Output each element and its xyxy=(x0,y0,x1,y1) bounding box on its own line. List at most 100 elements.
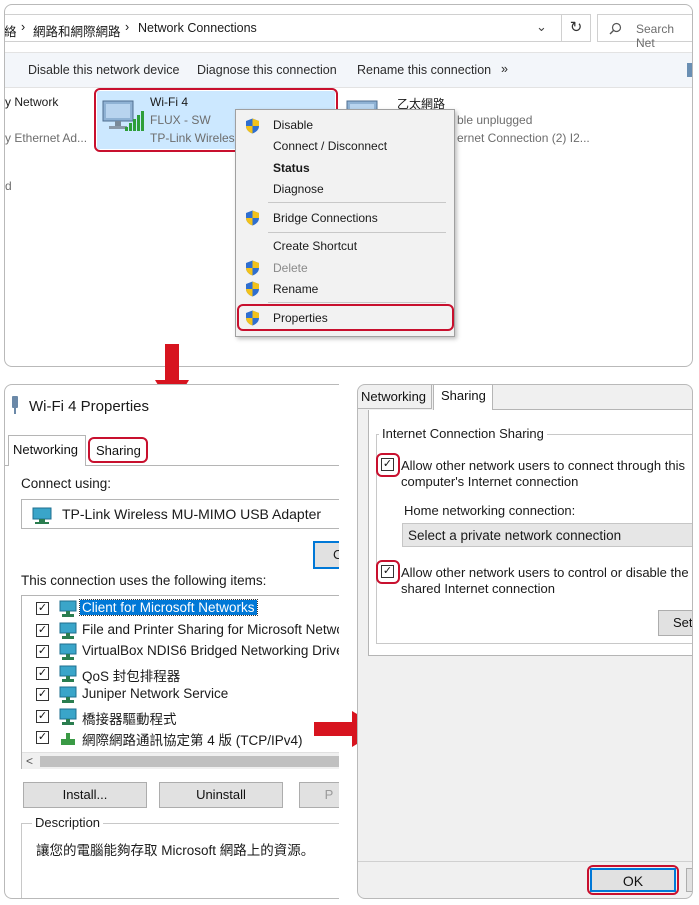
chevron-down-icon[interactable]: ⌄ xyxy=(536,19,547,35)
search-placeholder: Search Net xyxy=(636,22,675,50)
address-bar[interactable]: 絡 › 網路和網際網路 › Network Connections ⌄ xyxy=(4,14,588,42)
sharing-tab-highlight-box xyxy=(88,437,148,463)
list-item[interactable]: ✓ 橋接器驅動程式 xyxy=(22,706,339,727)
list-item-label: Juniper Network Service xyxy=(82,686,229,701)
view-options-icon[interactable] xyxy=(687,63,692,77)
allow-connect-text-1: Allow other network users to connect thr… xyxy=(401,458,685,473)
adapter-name: TP-Link Wireless MU-MIMO USB Adapter xyxy=(62,506,322,522)
list-item-label: QoS 封包排程器 xyxy=(82,668,181,684)
items-label: This connection uses the following items… xyxy=(21,573,267,588)
home-networking-select[interactable]: Select a private network connection xyxy=(402,523,692,547)
breadcrumb-prefix: 絡 xyxy=(4,25,17,39)
description-label: Description xyxy=(32,815,104,830)
item-checkbox[interactable]: ✓ xyxy=(36,645,49,658)
chevron-right-icon: › xyxy=(125,20,130,34)
description-group: Description 讓您的電腦能夠存取 Microsoft 網路上的資源。 xyxy=(21,815,339,898)
dialog-title: Wi-Fi 4 Properties xyxy=(29,398,150,415)
horizontal-scrollbar[interactable]: < xyxy=(22,752,339,769)
wifi-properties-dialog: Wi-Fi 4 Properties Networking Sharing Co… xyxy=(4,384,339,899)
ethernet-item-status: ble unplugged xyxy=(457,113,533,127)
menu-label-delete: Delete xyxy=(273,261,308,275)
list-item-label: 橋接器驅動程式 xyxy=(82,711,177,727)
search-icon xyxy=(609,22,622,35)
allow-control-text-1: Allow other network users to control or … xyxy=(401,565,689,580)
menu-item-create-shortcut[interactable]: Create Shortcut xyxy=(273,239,357,253)
list-item[interactable]: ✓ QoS 封包排程器 xyxy=(22,663,339,684)
scroll-left-button[interactable]: < xyxy=(26,754,33,768)
list-item[interactable]: ✓ 網際網路通訊協定第 4 版 (TCP/IPv4) xyxy=(22,727,339,748)
more-commands-button[interactable]: » xyxy=(501,62,508,76)
diagnose-connection-command[interactable]: Diagnose this connection xyxy=(197,63,337,77)
settings-button[interactable]: Sett xyxy=(658,610,692,636)
allow-connect-text-2: computer's Internet connection xyxy=(401,474,579,489)
install-button[interactable]: Install... xyxy=(23,782,147,808)
list-item-label: VirtualBox NDIS6 Bridged Networking Driv… xyxy=(82,643,339,658)
item-checkbox[interactable]: ✓ xyxy=(36,623,49,637)
ok-highlight-box xyxy=(587,865,679,895)
network-component-icon xyxy=(59,643,77,660)
menu-item-connect-disconnect[interactable]: Connect / Disconnect xyxy=(273,139,387,153)
rename-connection-command[interactable]: Rename this connection xyxy=(357,63,491,77)
tab-networking[interactable]: Networking xyxy=(358,385,432,409)
properties-button[interactable]: P xyxy=(299,782,339,808)
network-item-adapter: y Ethernet Ad... xyxy=(5,131,88,145)
scroll-thumb[interactable] xyxy=(40,756,339,767)
menu-label-rename: Rename xyxy=(273,282,319,296)
network-adapter-icon xyxy=(32,507,52,524)
description-text: 讓您的電腦能夠存取 Microsoft 網路上的資源。 xyxy=(36,843,315,858)
tab-sharing-label: Sharing xyxy=(441,388,486,403)
menu-separator xyxy=(268,232,446,233)
ethernet-item-adapter: ernet Connection (2) I2... xyxy=(457,131,590,145)
properties-highlight-box xyxy=(237,304,454,331)
uninstall-button[interactable]: Uninstall xyxy=(159,782,283,808)
menu-label-bridge: Bridge Connections xyxy=(273,211,378,225)
items-list[interactable]: ✓ Client for Microsoft Networks ✓ File and … xyxy=(21,595,339,769)
network-item-name[interactable]: y Network xyxy=(5,95,58,109)
list-item[interactable]: ✓ VirtualBox NDIS6 Bridged Networking Dri… xyxy=(22,641,339,662)
protocol-icon xyxy=(61,733,75,745)
menu-separator xyxy=(268,202,446,203)
disable-device-command[interactable]: Disable this network device xyxy=(28,63,179,77)
tab-sharing[interactable]: Sharing xyxy=(433,385,493,410)
tab-networking-label: Networking xyxy=(13,442,79,457)
item-checkbox[interactable]: ✓ xyxy=(36,709,49,723)
adapter-field: TP-Link Wireless MU-MIMO USB Adapter xyxy=(21,499,339,529)
menu-separator xyxy=(268,302,446,303)
dialog-footer-line xyxy=(358,861,692,862)
list-item[interactable]: ✓ Juniper Network Service xyxy=(22,684,339,705)
item-checkbox[interactable]: ✓ xyxy=(36,731,49,744)
network-component-icon xyxy=(59,600,77,617)
allow-control-highlight-box xyxy=(376,560,400,584)
menu-item-status[interactable]: Status xyxy=(273,161,310,175)
list-item[interactable]: ✓ Client for Microsoft Networks xyxy=(22,598,339,619)
tab-networking[interactable]: Networking xyxy=(8,435,86,466)
menu-label-disable: Disable xyxy=(273,118,314,132)
network-component-icon xyxy=(59,686,77,703)
breadcrumb-current[interactable]: Network Connections xyxy=(138,21,257,35)
item-checkbox[interactable]: ✓ xyxy=(36,688,49,701)
network-connections-window: 絡 › 網路和網際網路 › Network Connections ⌄ ↻ Se… xyxy=(4,4,693,367)
cancel-button-edge[interactable] xyxy=(686,868,692,892)
item-checkbox[interactable]: ✓ xyxy=(36,602,49,615)
list-item-label: File and Printer Sharing for Microsoft N… xyxy=(82,621,339,637)
list-item-label: 網際網路通訊協定第 4 版 (TCP/IPv4) xyxy=(82,733,303,748)
configure-button[interactable]: C xyxy=(313,541,339,569)
command-bar: Disable this network device Diagnose thi… xyxy=(5,52,692,88)
ics-group-label: Internet Connection Sharing xyxy=(379,426,547,441)
menu-item-diagnose[interactable]: Diagnose xyxy=(273,182,324,196)
home-networking-label: Home networking connection: xyxy=(404,503,576,518)
item-checkbox[interactable]: ✓ xyxy=(36,666,49,680)
search-box[interactable]: Search Net xyxy=(597,14,692,50)
list-item[interactable]: ✓ File and Printer Sharing for Microsoft … xyxy=(22,620,339,641)
sharing-page: Internet Connection Sharing ✓ Allow othe… xyxy=(368,410,692,656)
connect-using-label: Connect using: xyxy=(21,476,112,491)
shield-icon xyxy=(246,210,259,226)
list-item-label: Client for Microsoft Networks xyxy=(79,599,258,616)
sharing-tab-dialog: Networking Sharing Internet Connection S… xyxy=(357,384,693,899)
breadcrumb-parent[interactable]: 網路和網際網路 xyxy=(33,21,121,40)
network-component-icon xyxy=(59,708,77,725)
network-component-icon xyxy=(59,665,77,682)
network-component-icon xyxy=(59,622,77,639)
refresh-button[interactable]: ↻ xyxy=(561,14,591,42)
network-item-extra: d xyxy=(5,179,12,193)
